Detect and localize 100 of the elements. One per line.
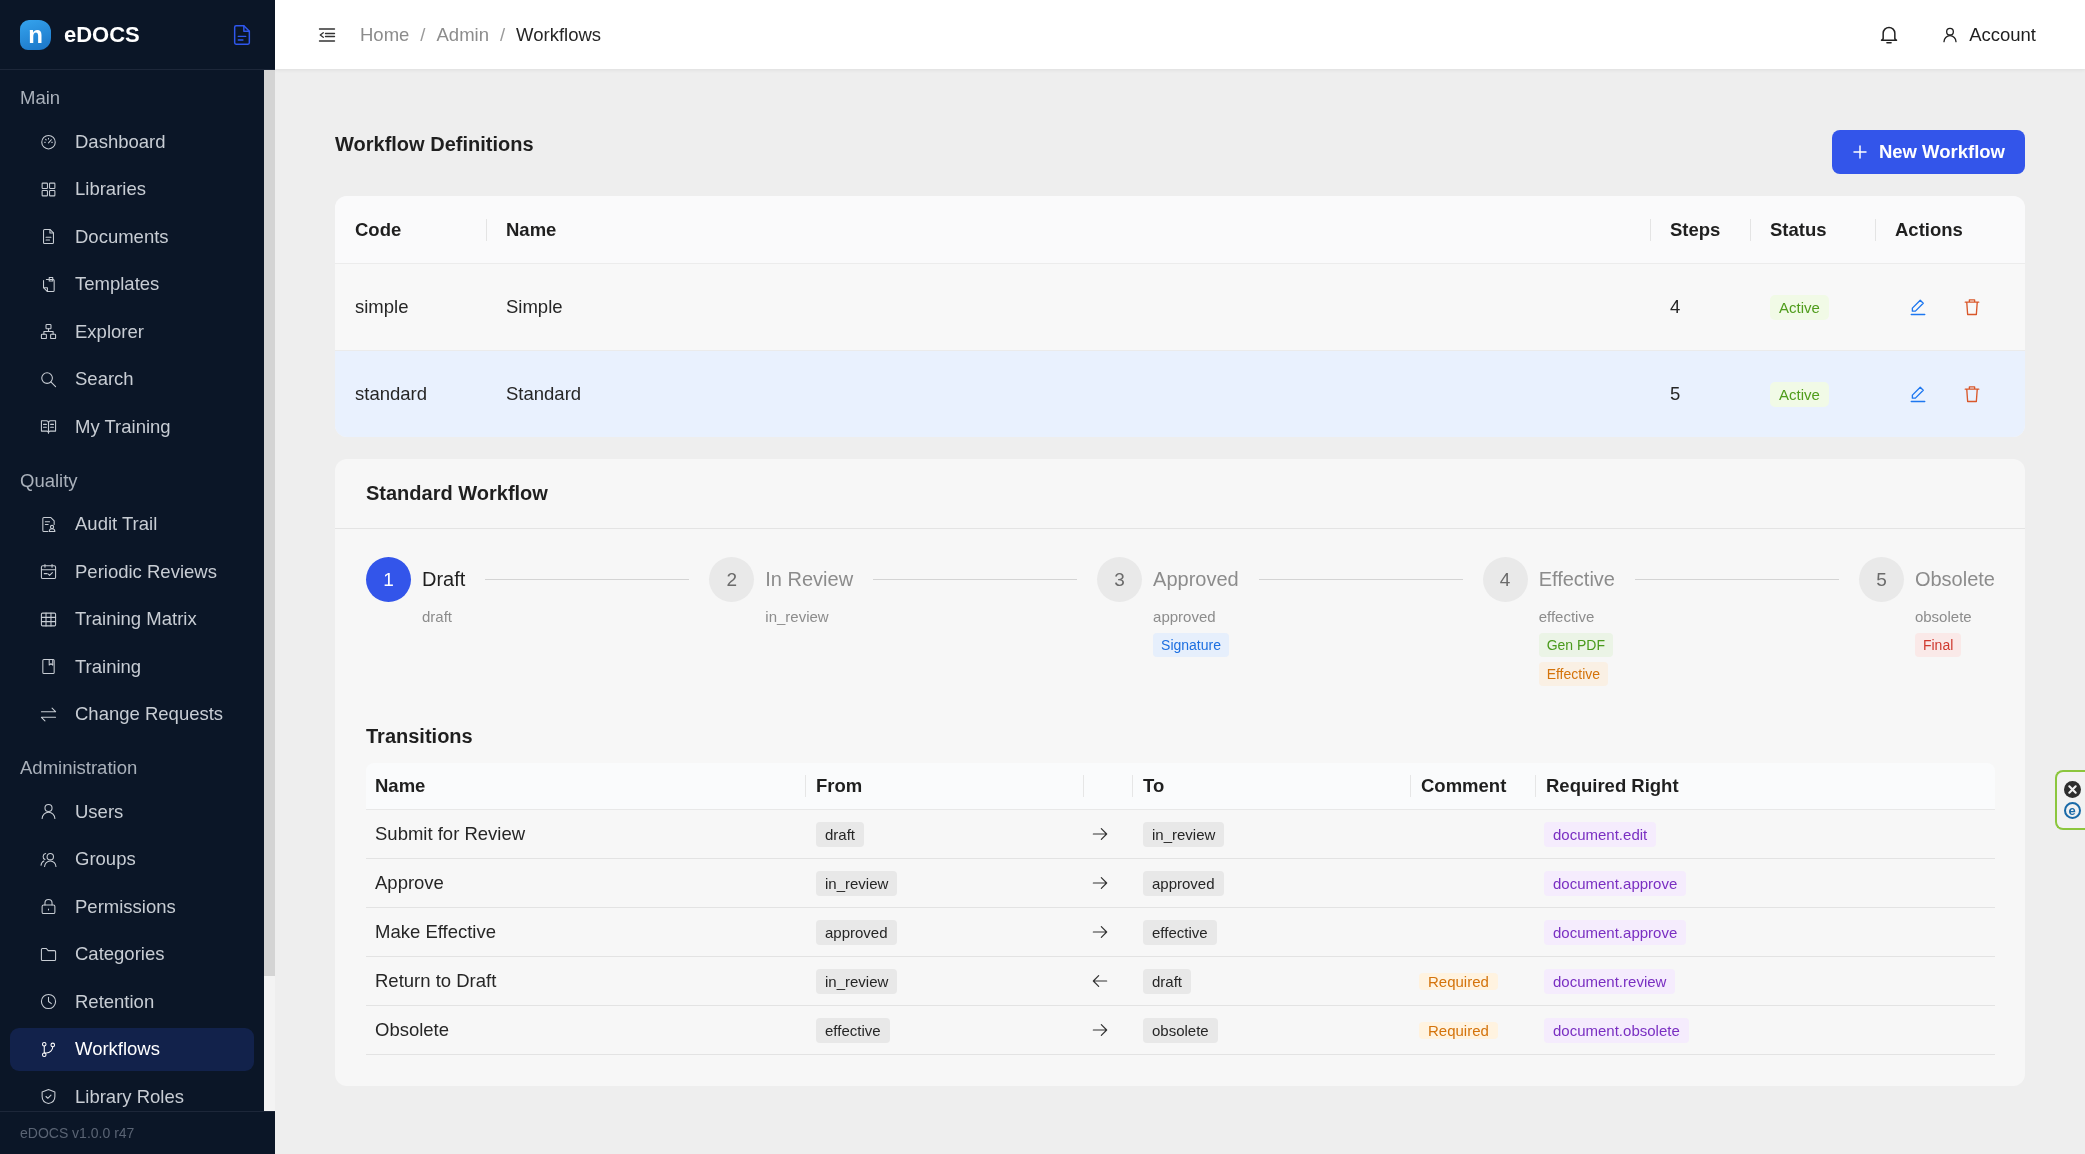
nav-item[interactable]: My Training	[10, 405, 254, 449]
table-cell: simple	[355, 296, 409, 318]
nav-item[interactable]: Dashboard	[10, 120, 254, 164]
account-button[interactable]: Account	[1942, 23, 2036, 46]
table-cell: 4	[1670, 296, 1681, 318]
nav-item[interactable]: Training	[10, 645, 254, 689]
pencil-icon	[1909, 385, 1927, 403]
right-tag: document.approve	[1544, 919, 1687, 945]
bell-icon[interactable]	[1879, 24, 1900, 45]
step-tag: Final	[1914, 633, 1962, 657]
nav-item[interactable]: Training Matrix	[10, 597, 254, 641]
step-key: in_review	[765, 608, 829, 626]
column-header: Status	[1770, 218, 1827, 241]
step-tag: Gen PDF	[1538, 633, 1613, 657]
lock-icon	[40, 898, 57, 916]
logo-mark: n	[20, 19, 51, 50]
column-header: Actions	[1895, 218, 1963, 241]
app-name: eDOCS	[64, 21, 140, 48]
clock-icon	[40, 993, 57, 1011]
nav-item[interactable]: Templates	[10, 262, 254, 306]
step-number: 5	[1858, 557, 1904, 602]
step-tag: Signature	[1153, 633, 1229, 657]
table-cell: Return to Draft	[375, 970, 497, 992]
column-header: Name	[506, 218, 557, 241]
nav-item[interactable]: Explorer	[10, 310, 254, 354]
menu-icon[interactable]	[318, 25, 336, 44]
section-label: Quality	[20, 468, 78, 493]
grid-icon	[40, 180, 57, 198]
state-tag: in_review	[816, 968, 898, 994]
shield-check-icon	[40, 1088, 57, 1106]
trash-icon	[1963, 298, 1981, 316]
table-cell: Obsolete	[375, 1019, 450, 1041]
step-number: 1	[366, 557, 411, 602]
right-tag: document.obsolete	[1544, 1017, 1689, 1043]
state-tag: obsolete	[1143, 1017, 1218, 1043]
comment-tag: Required	[1419, 972, 1498, 990]
gauge-icon	[40, 133, 57, 151]
nav-item[interactable]: Search	[10, 357, 254, 401]
trash-icon	[1963, 385, 1981, 403]
plus-icon	[1851, 144, 1868, 160]
section-title: Transitions	[366, 724, 473, 748]
table-cell: standard	[355, 383, 427, 405]
extension-badge[interactable]: e	[2063, 802, 2081, 819]
user-icon	[1942, 26, 1959, 43]
step-number: 4	[1482, 557, 1528, 602]
table-cell: Approve	[375, 872, 444, 894]
state-tag: approved	[816, 919, 897, 945]
step-key: approved	[1153, 608, 1216, 626]
nav-item[interactable]: Categories	[10, 932, 254, 976]
column-header: To	[1143, 775, 1165, 797]
state-tag: approved	[1143, 870, 1224, 896]
new-workflow-button[interactable]: New Workflow	[1831, 130, 2025, 174]
breadcrumb-separator: /	[499, 23, 506, 46]
step-title: Effective	[1538, 568, 1615, 591]
close-icon[interactable]	[2063, 781, 2081, 798]
nav-item[interactable]: Audit Trail	[10, 502, 254, 546]
step-tag: Effective	[1538, 662, 1609, 686]
sitemap-icon	[40, 323, 57, 341]
table-cell: 5	[1670, 383, 1681, 405]
nav-item[interactable]: Retention	[10, 980, 254, 1024]
state-tag: effective	[816, 1017, 890, 1043]
step-key: draft	[422, 608, 452, 626]
status-tag: Active	[1770, 381, 1829, 407]
step-key: effective	[1538, 608, 1595, 626]
nav-item[interactable]: Workflows	[10, 1027, 254, 1071]
nav-item[interactable]: Groups	[10, 837, 254, 881]
step-title: Approved	[1153, 568, 1239, 591]
state-tag: draft	[1143, 968, 1191, 994]
state-tag: draft	[816, 821, 864, 847]
folder-icon	[40, 945, 57, 963]
user-icon	[40, 803, 57, 821]
table-row[interactable]: standard Standard 5 Active	[335, 351, 2025, 437]
comment-tag: Required	[1419, 1021, 1498, 1039]
document-icon	[40, 228, 57, 246]
breadcrumb-separator: /	[420, 23, 426, 46]
version-label: eDOCS v1.0.0 r47	[20, 1125, 135, 1141]
table-cell: Simple	[506, 296, 563, 318]
step-number: 2	[709, 557, 755, 602]
table-cell: Standard	[506, 383, 582, 405]
notebook-icon	[40, 658, 57, 676]
column-header: Code	[355, 218, 402, 241]
nav-item[interactable]: Documents	[10, 215, 254, 259]
step-number: 3	[1097, 557, 1143, 602]
scrollbar[interactable]	[264, 70, 275, 1111]
nav-item[interactable]: Users	[10, 790, 254, 834]
section-title: Workflow Definitions	[335, 133, 534, 156]
step-title: In Review	[765, 568, 854, 591]
step-title: Obsolete	[1914, 568, 1995, 591]
calendar-check-icon	[40, 563, 57, 581]
column-header: Comment	[1421, 775, 1507, 797]
branch-icon	[40, 1040, 57, 1058]
search-icon	[40, 370, 57, 388]
column-header: From	[816, 775, 863, 797]
nav-item[interactable]: Libraries	[10, 167, 254, 211]
nav-item[interactable]: Periodic Reviews	[10, 550, 254, 594]
nav-item[interactable]: Permissions	[10, 885, 254, 929]
state-tag: in_review	[1143, 821, 1225, 847]
column-header: Steps	[1670, 218, 1721, 241]
nav-item[interactable]: Change Requests	[10, 692, 254, 736]
nav-item[interactable]: Library Roles	[10, 1075, 254, 1111]
